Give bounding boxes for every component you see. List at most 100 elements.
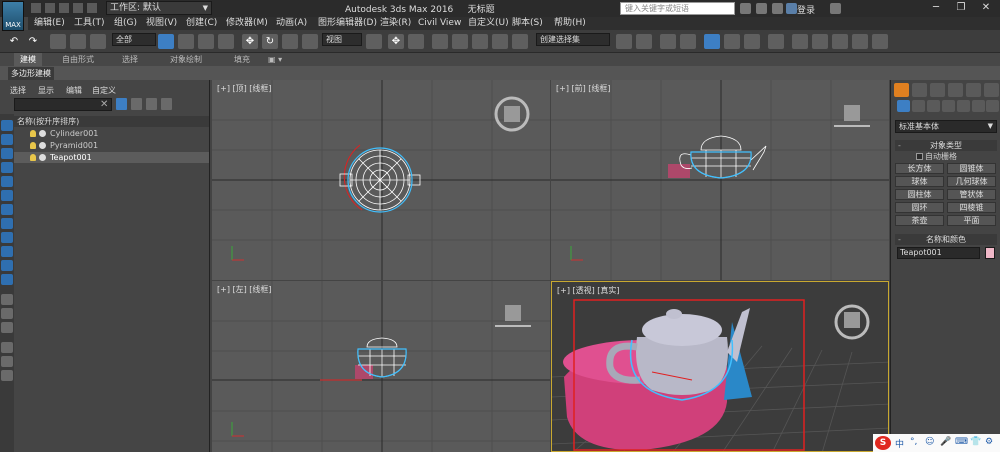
render-production-icon[interactable] [832, 34, 848, 49]
render-setup-icon[interactable] [792, 34, 808, 49]
rendered-frame-window-icon[interactable] [812, 34, 828, 49]
spacewarps-icon[interactable] [972, 100, 985, 112]
help-icon[interactable] [830, 3, 841, 14]
rollout-object-type[interactable]: - 对象类型 [895, 140, 997, 151]
ime-settings-icon[interactable]: ⚙ [985, 437, 993, 447]
layer-icon[interactable] [1, 308, 13, 319]
rollout-name-color[interactable]: - 名称和颜色 [895, 234, 997, 245]
communication-center-icon[interactable] [756, 3, 767, 14]
tab-modeling[interactable]: 建模 [14, 53, 42, 66]
hierarchy-tab-icon[interactable] [930, 83, 945, 97]
display-cameras-icon[interactable] [1, 190, 13, 201]
save-file-icon[interactable] [58, 2, 70, 14]
object-color-swatch[interactable] [985, 247, 995, 259]
sort-icon[interactable] [1, 322, 13, 333]
teapot-button[interactable]: 茶壶 [895, 215, 944, 226]
redo-quick-icon[interactable] [86, 2, 98, 14]
help-search-input[interactable]: 键入关键字或短语 [620, 2, 735, 15]
selection-filter-dropdown[interactable]: 全部 [112, 33, 156, 46]
new-file-icon[interactable] [30, 2, 42, 14]
minimize-button[interactable]: ─ [925, 1, 947, 15]
open-file-icon[interactable] [44, 2, 56, 14]
favorites-icon[interactable] [772, 3, 783, 14]
app-logo-icon[interactable]: MAX [2, 1, 24, 31]
render-in-cloud-icon[interactable] [872, 34, 888, 49]
ime-emoji-icon[interactable]: ☺ [925, 437, 934, 447]
tab-object-paint[interactable]: 对象绘制 [170, 53, 202, 66]
bind-spacewarp-icon[interactable] [90, 34, 106, 49]
menu-scripting[interactable]: 脚本(S) [512, 17, 543, 30]
filter-geometry-icon[interactable] [116, 98, 127, 110]
explorer-menu-select[interactable]: 选择 [10, 85, 26, 96]
tab-populate[interactable]: 填充 [234, 53, 250, 66]
box-button[interactable]: 长方体 [895, 163, 944, 174]
close-button[interactable]: ✕ [975, 1, 997, 15]
lights-icon[interactable] [927, 100, 940, 112]
pyramid-button[interactable]: 四棱锥 [947, 202, 996, 213]
lock-explorer-icon[interactable] [1, 370, 13, 381]
window-crossing-icon[interactable] [218, 34, 234, 49]
maximize-button[interactable]: ❐ [950, 1, 972, 15]
menu-create[interactable]: 创建(C) [186, 17, 217, 30]
ime-punctuation-toggle[interactable]: °, [910, 437, 917, 447]
explorer-column-header[interactable]: 名称(按升序排序) [14, 116, 209, 127]
menu-modifiers[interactable]: 修改器(M) [226, 17, 268, 30]
display-geometry-icon[interactable] [1, 148, 13, 159]
display-xrefs-icon[interactable] [1, 246, 13, 257]
ime-skin-icon[interactable]: 👕 [970, 437, 981, 447]
geometry-category-dropdown[interactable]: 标准基本体 ▼ [895, 120, 997, 133]
curve-editor-icon[interactable] [724, 34, 740, 49]
display-spacewarps-icon[interactable] [1, 218, 13, 229]
checkbox-box[interactable] [916, 153, 923, 160]
viewport-left[interactable]: [+] [左] [线框] [212, 281, 550, 452]
move-icon[interactable]: ✥ [242, 34, 258, 49]
autogrid-checkbox[interactable]: 自动栅格 [916, 151, 957, 162]
named-selection-dropdown[interactable]: 创建选择集 [536, 33, 610, 46]
undo-icon[interactable]: ↶ [6, 34, 22, 49]
undo-quick-icon[interactable] [72, 2, 84, 14]
viewport-top[interactable]: [+] [顶] [线框] [212, 80, 550, 280]
reference-coord-dropdown[interactable]: 视图 [322, 33, 362, 46]
display-bones-icon[interactable] [1, 260, 13, 271]
visibility-icon[interactable] [39, 130, 46, 137]
hierarchy-icon[interactable] [1, 294, 13, 305]
sphere-button[interactable]: 球体 [895, 176, 944, 187]
menu-customize[interactable]: 自定义(U) [468, 17, 509, 30]
display-containers-icon[interactable] [1, 274, 13, 285]
select-object-icon[interactable] [158, 34, 174, 49]
login-link[interactable]: 登录 [797, 3, 815, 16]
pivot-center-icon[interactable] [366, 34, 382, 49]
schematic-view-icon[interactable] [744, 34, 760, 49]
render-iterative-icon[interactable] [852, 34, 868, 49]
list-item[interactable]: Cylinder001 [14, 128, 209, 139]
geosphere-button[interactable]: 几何球体 [947, 176, 996, 187]
menu-civil-view[interactable]: Civil View [418, 17, 461, 30]
tab-selection[interactable]: 选择 [122, 53, 138, 66]
filter-lock-icon[interactable] [131, 98, 142, 110]
light-bulb-icon[interactable] [30, 130, 36, 137]
torus-button[interactable]: 圆环 [895, 202, 944, 213]
systems-icon[interactable] [986, 100, 999, 112]
search-icon[interactable] [740, 3, 751, 14]
clear-search-icon[interactable]: ✕ [100, 98, 108, 111]
viewport-front[interactable]: [+] [前] [线框] [551, 80, 889, 280]
helpers-icon[interactable] [957, 100, 970, 112]
scene-explorer-icon[interactable] [660, 34, 676, 49]
visibility-icon[interactable] [39, 142, 46, 149]
filter-select-icon[interactable] [146, 98, 157, 110]
menu-view[interactable]: 视图(V) [146, 17, 177, 30]
material-editor-icon[interactable] [768, 34, 784, 49]
link-icon[interactable] [50, 34, 66, 49]
ime-keyboard-icon[interactable]: ⌨ [955, 437, 968, 447]
light-bulb-icon[interactable] [30, 142, 36, 149]
cameras-icon[interactable] [942, 100, 955, 112]
display-helpers-icon[interactable] [1, 204, 13, 215]
explorer-menu-customize[interactable]: 自定义 [92, 85, 116, 96]
display-groups-icon[interactable] [1, 232, 13, 243]
utilities-tab-icon[interactable] [984, 83, 999, 97]
keyboard-shortcut-icon[interactable] [408, 34, 424, 49]
menu-graph-editors[interactable]: 图形编辑器(D) [318, 17, 377, 30]
rotate-icon[interactable]: ↻ [262, 34, 278, 49]
spinner-snap-icon[interactable] [492, 34, 508, 49]
select-by-name-icon[interactable] [178, 34, 194, 49]
